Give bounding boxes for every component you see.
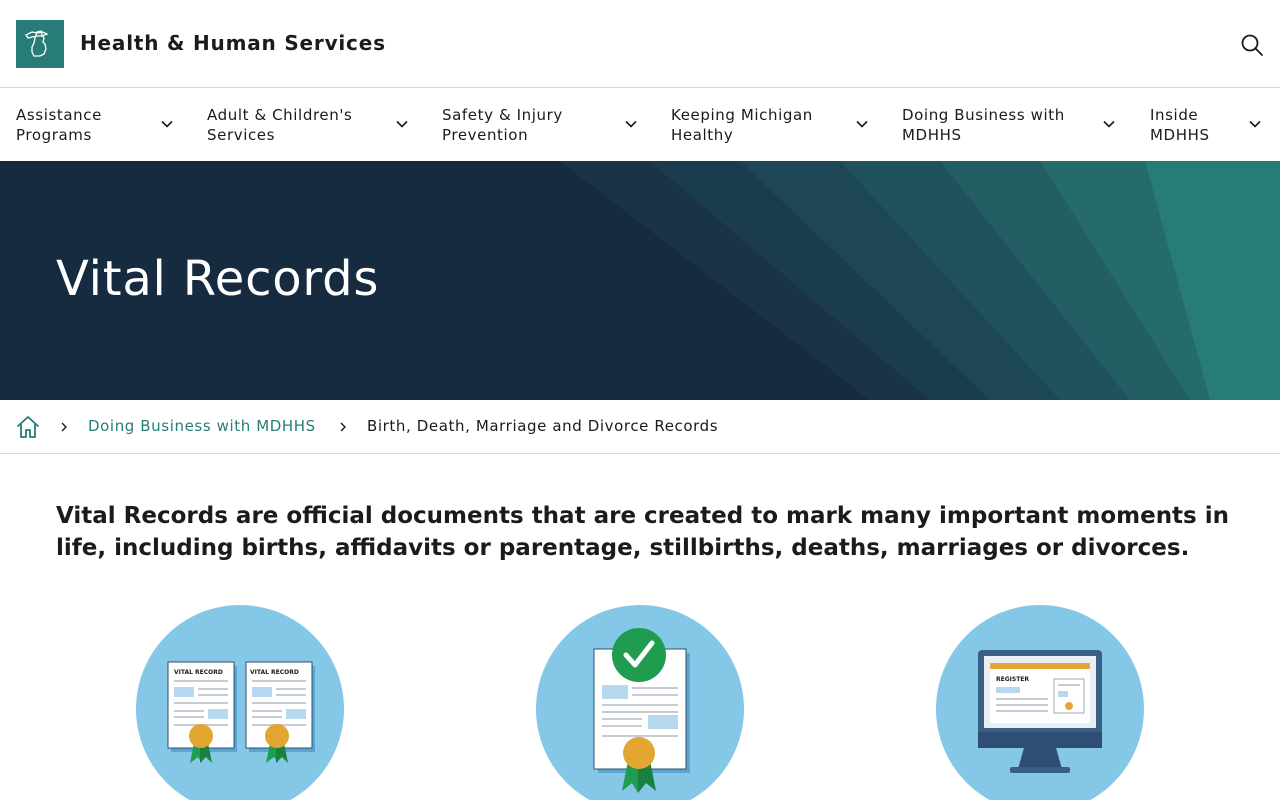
nav-item-label: Safety & Injury Prevention [442,105,563,145]
nav-label-line2: Services [207,126,276,144]
intro-text: Vital Records are official documents tha… [56,503,1230,561]
site-title[interactable]: Health & Human Services [80,31,386,55]
nav-item-assistance-programs[interactable]: Assistance Programs [16,89,184,161]
doc-label-right: VITAL RECORD [250,669,299,676]
chevron-down-icon [396,120,408,128]
nav-item-label: Adult & Children's Services [207,105,352,145]
nav-item-label: Keeping Michigan Healthy [671,105,813,145]
nav-label-line1: Inside [1150,106,1199,124]
search-icon [1241,34,1263,56]
chevron-right-icon [340,422,346,432]
chevron-down-icon [625,120,637,128]
breadcrumb: Doing Business with MDHHS Birth, Death, … [0,400,1280,454]
home-icon[interactable] [15,414,41,440]
search-button[interactable] [1238,31,1266,59]
nav-label-line2: Programs [16,126,92,144]
chevron-down-icon [1103,120,1115,128]
nav-label-line2: MDHHS [1150,126,1210,144]
michigan-state-icon [25,30,49,57]
nav-item-label: Doing Business with MDHHS [902,105,1065,145]
nav-label-line2: Healthy [671,126,734,144]
chevron-down-icon [856,120,868,128]
site-header: Health & Human Services [0,0,1280,88]
main-nav: Assistance Programs Adult & Children's S… [0,89,1280,161]
nav-item-keeping-michigan-healthy[interactable]: Keeping Michigan Healthy [671,89,877,161]
site-logo[interactable] [16,20,64,68]
nav-label-line1: Doing Business with [902,106,1065,124]
page-title: Vital Records [56,251,380,307]
nav-label-line2: Prevention [442,126,529,144]
nav-item-inside-mdhhs[interactable]: Inside MDHHS [1150,89,1270,161]
nav-item-doing-business[interactable]: Doing Business with MDHHS [902,89,1128,161]
breadcrumb-current: Birth, Death, Marriage and Divorce Recor… [367,417,719,435]
vital-record-documents-icon: VITAL RECORD VITAL RECORD [136,605,344,800]
nav-label-line1: Safety & Injury [442,106,563,124]
nav-label-line1: Assistance [16,106,102,124]
nav-item-adult-childrens-services[interactable]: Adult & Children's Services [207,89,417,161]
verified-certificate-icon [536,605,744,800]
screen-label: REGISTER [996,676,1029,683]
chevron-down-icon [161,120,173,128]
nav-label-line1: Keeping Michigan [671,106,813,124]
breadcrumb-link-doing-business[interactable]: Doing Business with MDHHS [88,417,316,435]
nav-label-line1: Adult & Children's [207,106,353,124]
online-register-monitor-icon: REGISTER [936,605,1144,800]
hero-banner: Vital Records [0,161,1280,400]
doc-label-left: VITAL RECORD [174,669,223,676]
nav-item-safety-injury-prevention[interactable]: Safety & Injury Prevention [442,89,648,161]
nav-label-line2: MDHHS [902,126,962,144]
nav-item-label: Inside MDHHS [1150,105,1210,145]
chevron-down-icon [1249,120,1261,128]
chevron-right-icon [61,422,67,432]
nav-item-label: Assistance Programs [16,105,102,145]
